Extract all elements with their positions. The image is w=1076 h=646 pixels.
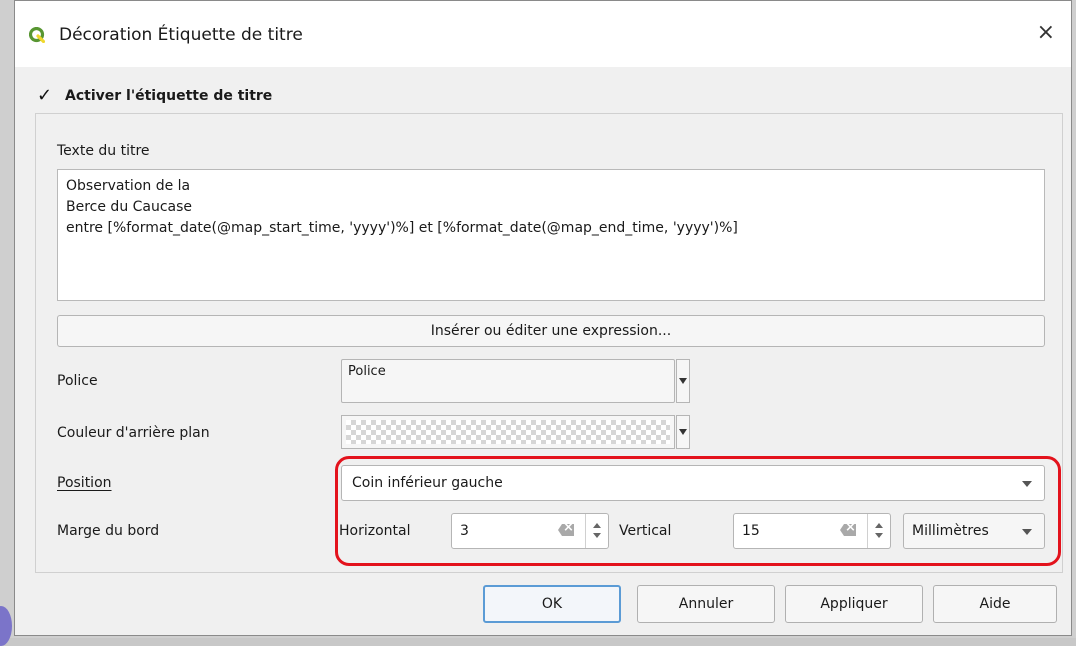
ok-button[interactable]: OK: [483, 585, 621, 623]
horizontal-label: Horizontal: [339, 523, 411, 539]
transparent-color-swatch: [346, 420, 670, 444]
vertical-margin-value: 15: [742, 523, 760, 539]
spin-arrows[interactable]: [867, 514, 890, 548]
font-button[interactable]: Police: [341, 359, 675, 403]
font-dropdown-button[interactable]: [676, 359, 690, 403]
chevron-down-icon: [679, 378, 687, 384]
vertical-label: Vertical: [619, 523, 672, 539]
margin-label: Marge du bord: [57, 523, 160, 539]
position-combobox[interactable]: Coin inférieur gauche: [341, 465, 1045, 501]
chevron-down-icon: [1022, 529, 1032, 535]
dialog-title: Décoration Étiquette de titre: [59, 25, 303, 45]
arrow-up-icon[interactable]: [875, 523, 883, 528]
apply-button[interactable]: Appliquer: [785, 585, 923, 623]
chevron-down-icon: [1022, 481, 1032, 487]
cancel-button[interactable]: Annuler: [637, 585, 775, 623]
clear-icon[interactable]: [840, 524, 856, 536]
margin-unit-value: Millimètres: [912, 523, 989, 539]
arrow-down-icon[interactable]: [593, 533, 601, 538]
spin-arrows[interactable]: [585, 514, 608, 548]
position-label: Position: [57, 475, 112, 491]
insert-expression-button[interactable]: Insérer ou éditer une expression...: [57, 315, 1045, 347]
close-icon[interactable]: ×: [1037, 21, 1055, 45]
title-text-label: Texte du titre: [57, 143, 150, 159]
margin-unit-combobox[interactable]: Millimètres: [903, 513, 1045, 549]
titlebar: Décoration Étiquette de titre ×: [15, 1, 1071, 67]
horizontal-margin-value: 3: [460, 523, 469, 539]
enable-title-label-checkbox[interactable]: ✓ Activer l'étiquette de titre: [37, 85, 272, 107]
help-button[interactable]: Aide: [933, 585, 1057, 623]
qgis-logo-icon: [29, 27, 45, 43]
chevron-down-icon: [679, 429, 687, 435]
font-label: Police: [57, 373, 98, 389]
title-label-decoration-dialog: Décoration Étiquette de titre × ✓ Active…: [14, 0, 1072, 636]
position-value: Coin inférieur gauche: [352, 475, 503, 491]
clear-icon[interactable]: [558, 524, 574, 536]
background-color-label: Couleur d'arrière plan: [57, 425, 210, 441]
horizontal-margin-spinbox[interactable]: 3: [451, 513, 609, 549]
vertical-margin-spinbox[interactable]: 15: [733, 513, 891, 549]
font-button-text: Police: [348, 364, 386, 379]
checkmark-icon[interactable]: ✓: [37, 87, 53, 105]
enable-title-label-text: Activer l'étiquette de titre: [65, 88, 273, 104]
color-dropdown-button[interactable]: [676, 415, 690, 449]
background-color-button[interactable]: [341, 415, 675, 449]
background-decoration: [0, 606, 12, 646]
arrow-up-icon[interactable]: [593, 523, 601, 528]
title-text-input[interactable]: Observation de la Berce du Caucase entre…: [57, 169, 1045, 301]
arrow-down-icon[interactable]: [875, 533, 883, 538]
